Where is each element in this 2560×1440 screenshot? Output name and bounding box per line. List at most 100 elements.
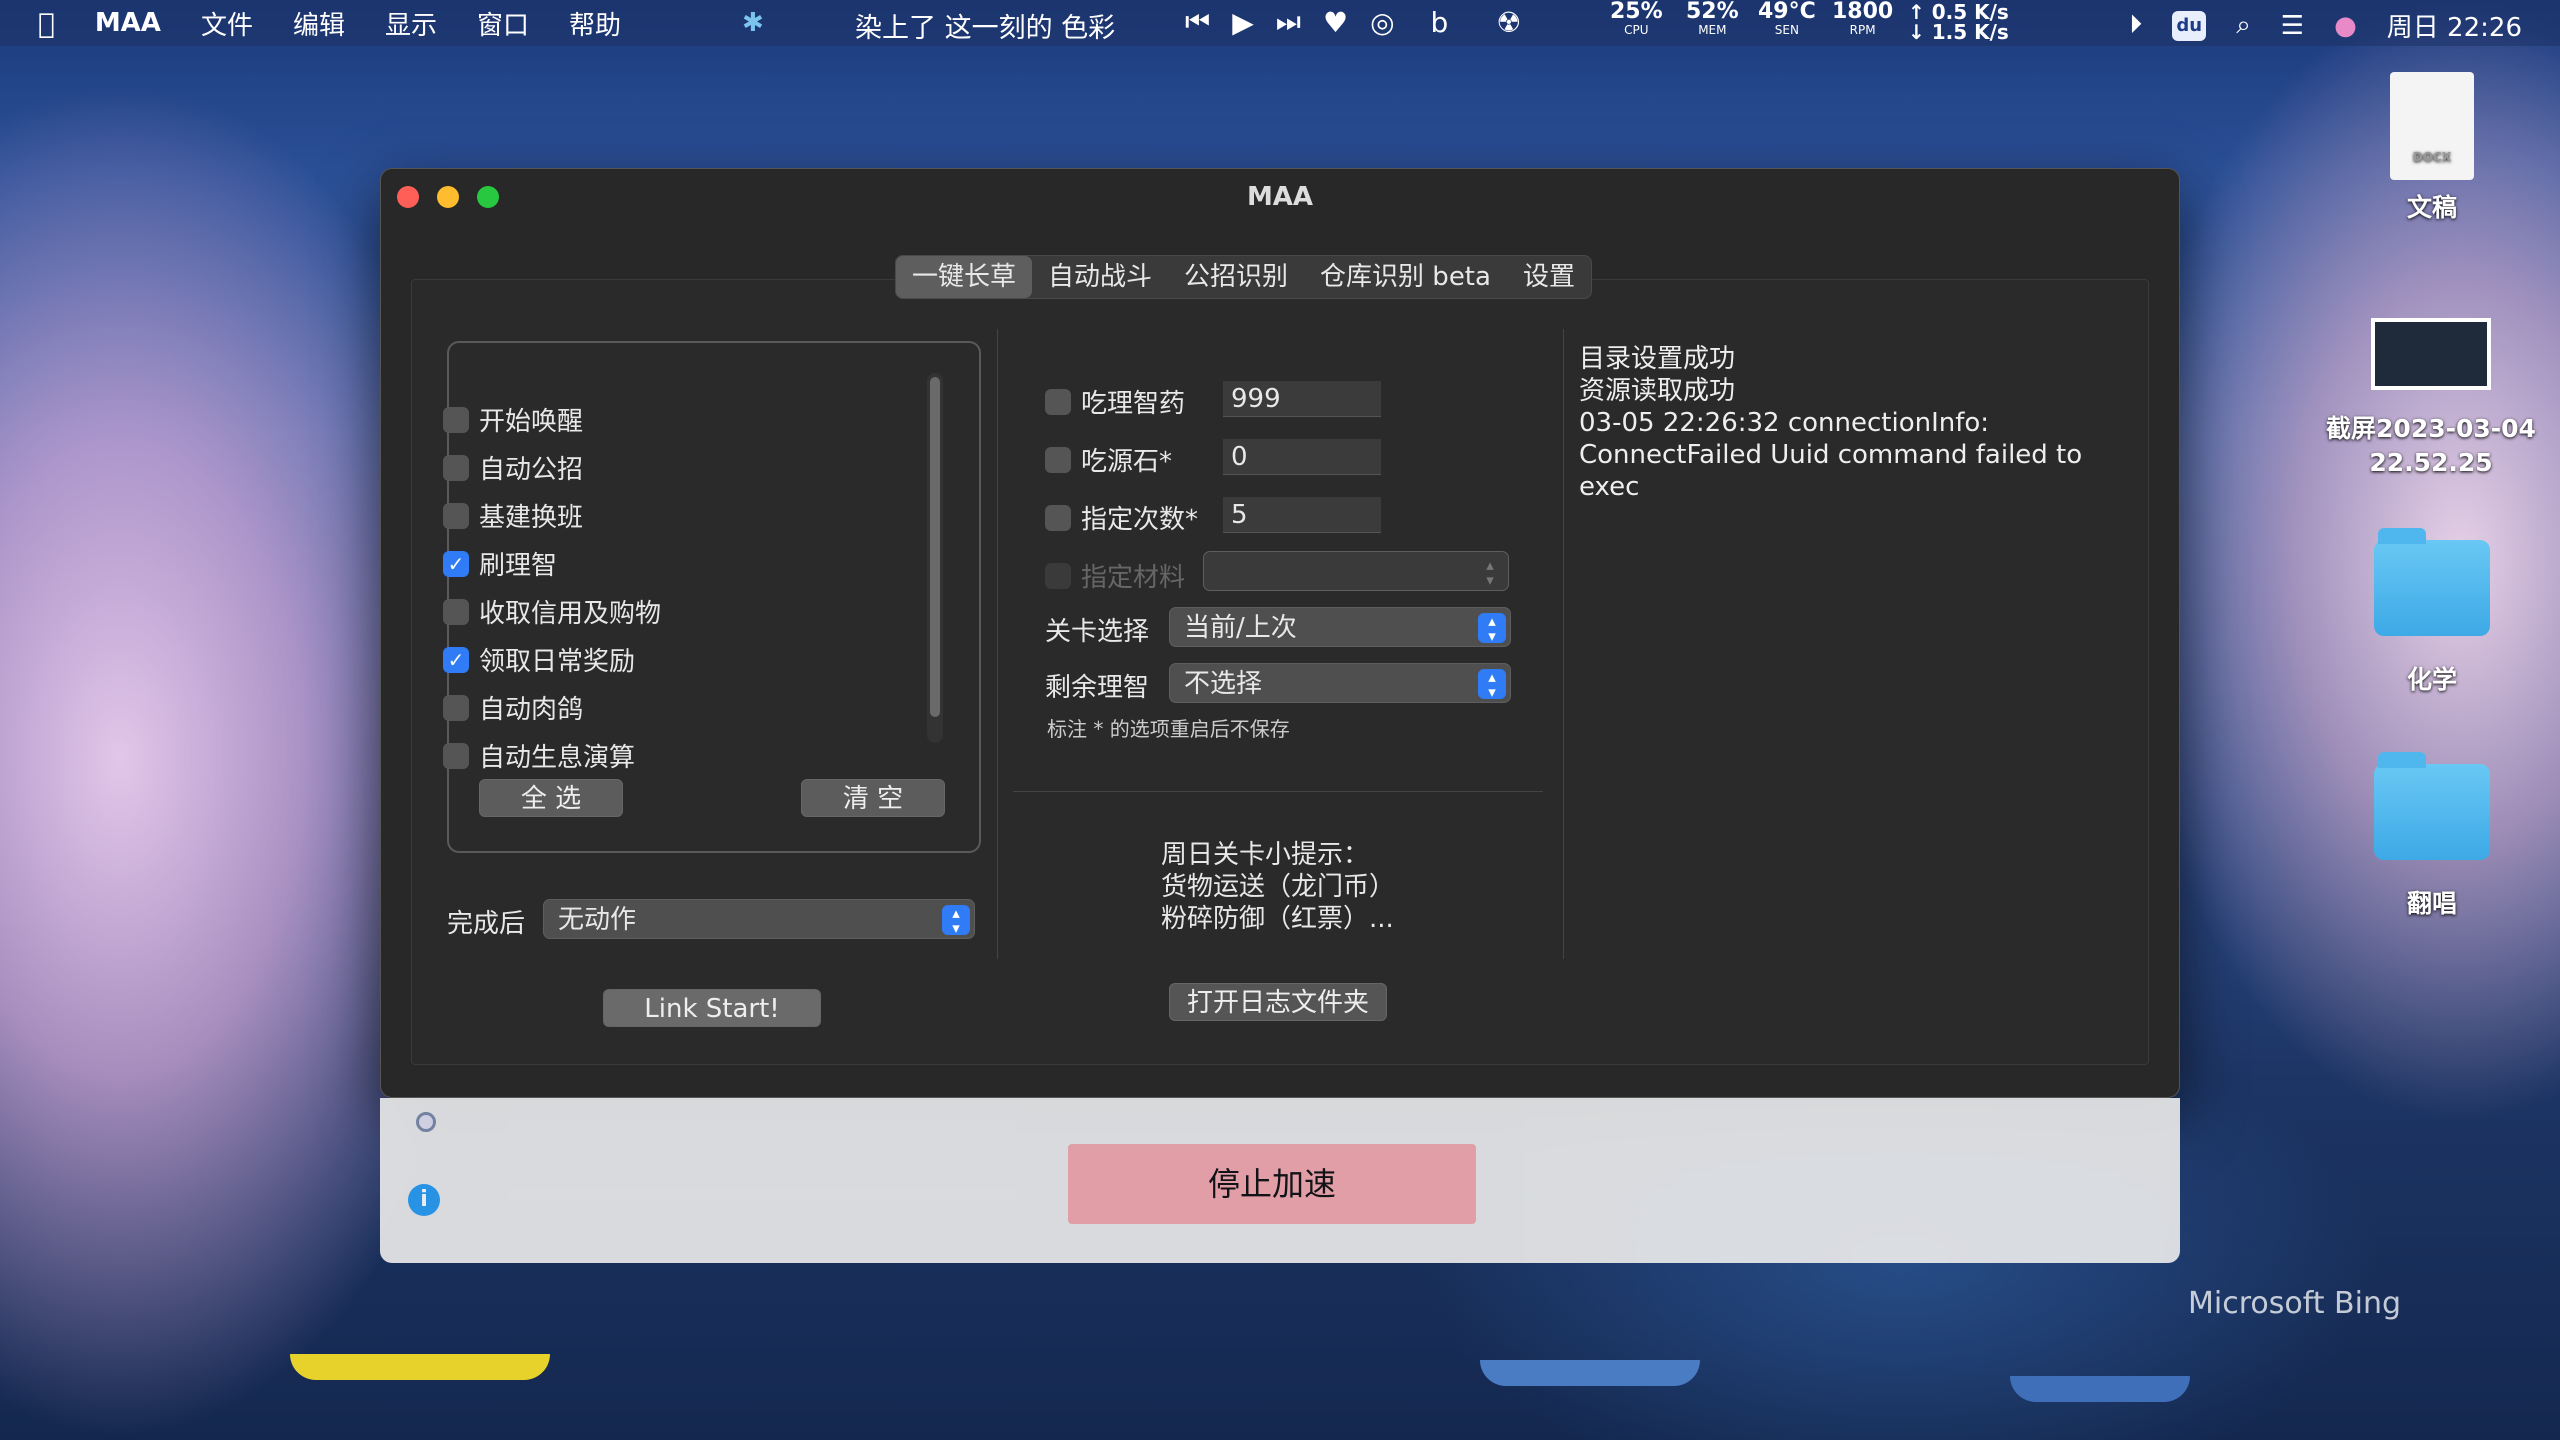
option-use-sanity-potion[interactable]: 吃理智药 <box>1045 383 1185 420</box>
mem-stat[interactable]: 52% MEM <box>1686 1 1739 40</box>
material-select: ▴ ▾ <box>1203 551 1509 591</box>
stage-select[interactable]: 当前/上次 ▴ ▾ <box>1169 607 1511 647</box>
radio-indicator[interactable] <box>416 1112 436 1132</box>
clear-button[interactable]: 清 空 <box>801 779 945 817</box>
times-input[interactable]: 5 <box>1223 497 1381 533</box>
tab-bar: 一键长草 自动战斗 公招识别 仓库识别 beta 设置 <box>895 255 1592 299</box>
desktop-label: 翻唱 <box>2406 889 2457 918</box>
fan-stat[interactable]: 1800 RPM <box>1832 1 1893 40</box>
sanity-potion-input[interactable]: 999 <box>1223 381 1381 417</box>
task-item[interactable]: 自动生息演算 <box>443 737 635 774</box>
checkbox[interactable] <box>443 742 469 769</box>
desktop-docs[interactable]: DOCX 文稿 <box>2376 72 2488 224</box>
task-item[interactable]: ✓ 刷理智 <box>443 545 557 582</box>
stage-label: 关卡选择 <box>1045 617 1150 647</box>
spiral-app-icon[interactable]: ◎ <box>1370 5 1394 39</box>
desktop-label: 文稿 <box>2406 193 2457 222</box>
checkbox[interactable] <box>443 598 469 625</box>
stop-acceleration-button[interactable]: 停止加速 <box>1068 1144 1476 1224</box>
play-circle-icon[interactable]: ⏵ <box>2129 10 2142 41</box>
tab-auto-battle[interactable]: 自动战斗 <box>1032 256 1168 298</box>
previous-track-icon[interactable]: ⏮ <box>1185 5 1210 39</box>
tip-block: 周日关卡小提示： 货物运送（龙门币） 粉碎防御（红票）... <box>1161 840 1396 934</box>
screenshot-thumbnail-icon <box>2371 318 2491 390</box>
checkbox[interactable] <box>443 694 469 721</box>
menu-app-name[interactable]: MAA <box>95 8 161 38</box>
task-item[interactable]: 收取信用及购物 <box>443 593 661 630</box>
remaining-sanity-select[interactable]: 不选择 ▴ ▾ <box>1169 663 1511 703</box>
log-line: 资源读取成功 <box>1579 376 1736 406</box>
menu-bar:  MAA 文件 编辑 显示 窗口 帮助 ✱ 染上了 这一刻的 色彩 ⏮ ▶ ⏭… <box>0 0 2560 46</box>
desktop-folder-covers[interactable]: 翻唱 <box>2362 752 2502 920</box>
checkbox[interactable] <box>1045 504 1071 531</box>
option-times[interactable]: 指定次数* <box>1045 499 1198 536</box>
apple-icon[interactable]:  <box>38 7 55 40</box>
app-status-icon[interactable]: ✱ <box>742 8 764 38</box>
play-icon[interactable]: ▶ <box>1232 5 1254 39</box>
task-list-scrollbar[interactable] <box>927 373 943 743</box>
originite-input[interactable]: 0 <box>1223 439 1381 475</box>
desktop-folder-chemistry[interactable]: 化学 <box>2362 528 2502 696</box>
next-track-icon[interactable]: ⏭ <box>1276 5 1301 39</box>
bing-icon[interactable]: b <box>1431 5 1449 39</box>
desktop-label: 截屏2023-03-04 22.52.25 <box>2326 414 2536 477</box>
siri-icon[interactable]: ● <box>2334 11 2357 41</box>
menu-view[interactable]: 显示 <box>385 5 437 42</box>
updown-chevron-icon: ▴ ▾ <box>1478 613 1506 644</box>
folder-icon <box>2374 528 2490 636</box>
checkbox[interactable] <box>1045 446 1071 473</box>
after-completion-select[interactable]: 无动作 ▴ ▾ <box>543 899 975 939</box>
task-item[interactable]: 基建换班 <box>443 497 583 534</box>
window-title: MAA <box>1246 182 1314 212</box>
log-line: 03-05 22:26:32 connectionInfo: ConnectFa… <box>1579 408 2083 502</box>
folder-icon <box>2374 752 2490 860</box>
updown-chevron-icon: ▴ ▾ <box>942 905 970 936</box>
checkbox[interactable] <box>443 406 469 433</box>
tab-depot[interactable]: 仓库识别 beta <box>1304 256 1507 298</box>
now-playing-title[interactable]: 染上了 这一刻的 色彩 <box>855 6 1115 45</box>
cpu-stat[interactable]: 25% CPU <box>1610 1 1663 40</box>
radiation-app-icon[interactable]: ☢ <box>1496 5 1521 39</box>
search-icon[interactable]: ⌕ <box>2236 10 2251 41</box>
checkbox-checked[interactable]: ✓ <box>443 646 469 673</box>
boat-decoration <box>290 1354 550 1380</box>
link-start-button[interactable]: Link Start! <box>603 989 821 1027</box>
accelerator-overlay: 停止加速 i <box>380 1098 2180 1263</box>
task-item[interactable]: 开始唤醒 <box>443 401 583 438</box>
task-item[interactable]: 自动公招 <box>443 449 583 486</box>
select-all-button[interactable]: 全 选 <box>479 779 623 817</box>
updown-chevron-icon: ▴ ▾ <box>1486 556 1494 589</box>
menu-help[interactable]: 帮助 <box>569 5 621 42</box>
boat-decoration <box>1480 1360 1700 1386</box>
option-use-originite[interactable]: 吃源石* <box>1045 441 1172 478</box>
checkbox[interactable] <box>443 502 469 529</box>
sensor-stat[interactable]: 49°C SEN <box>1758 1 1816 40</box>
info-icon[interactable]: i <box>408 1184 440 1216</box>
remaining-sanity-label: 剩余理智 <box>1045 673 1150 703</box>
checkbox-checked[interactable]: ✓ <box>443 550 469 577</box>
network-stat[interactable]: ↑ 0.5 K/s ↓ 1.5 K/s <box>1908 2 2009 42</box>
tab-farming[interactable]: 一键长草 <box>896 256 1033 298</box>
tab-settings[interactable]: 设置 <box>1507 256 1591 298</box>
du-app-icon[interactable]: du <box>2172 10 2207 41</box>
control-center-icon[interactable]: ☰ <box>2281 11 2304 41</box>
menu-file[interactable]: 文件 <box>201 5 253 42</box>
note-text: 标注 * 的选项重启后不保存 <box>1047 717 1290 741</box>
task-item[interactable]: 自动肉鸽 <box>443 689 583 726</box>
heart-icon[interactable]: ♥ <box>1323 5 1348 39</box>
log-line: 目录设置成功 <box>1579 344 1736 374</box>
open-log-folder-button[interactable]: 打开日志文件夹 <box>1169 983 1387 1021</box>
divider <box>1013 791 1543 792</box>
task-item[interactable]: ✓ 领取日常奖励 <box>443 641 635 678</box>
maa-window: MAA 一键长草 自动战斗 公招识别 仓库识别 beta 设置 全 选 清 空 … <box>380 168 2180 1098</box>
checkbox[interactable] <box>443 454 469 481</box>
desktop-screenshot[interactable]: 截屏2023-03-04 22.52.25 <box>2320 318 2542 480</box>
desktop-label: 化学 <box>2406 665 2457 694</box>
menu-window[interactable]: 窗口 <box>477 5 529 42</box>
menu-clock[interactable]: 周日 22:26 <box>2387 7 2522 44</box>
menu-edit[interactable]: 编辑 <box>293 5 345 42</box>
tab-recruit[interactable]: 公招识别 <box>1168 256 1304 298</box>
checkbox[interactable] <box>1045 388 1071 415</box>
divider <box>997 329 998 959</box>
title-bar[interactable]: MAA <box>381 169 2179 225</box>
